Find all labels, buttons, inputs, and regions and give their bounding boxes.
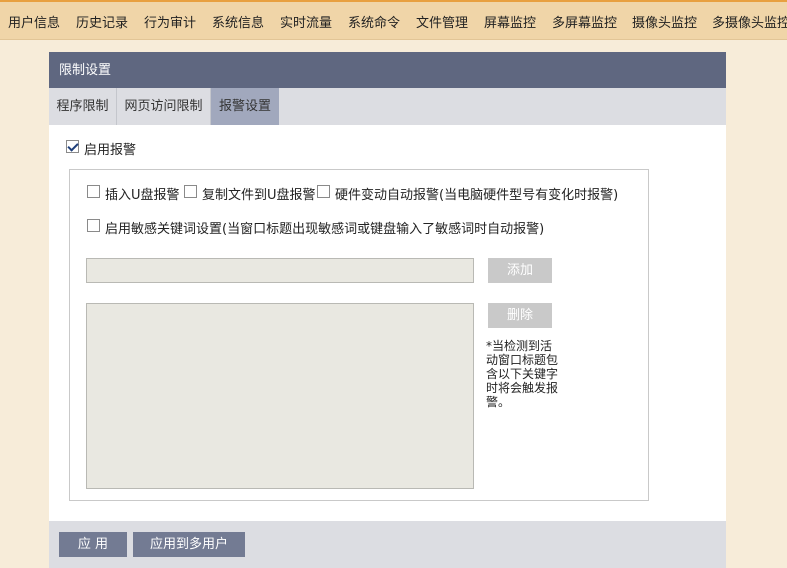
nav-item-history[interactable]: 历史记录 <box>76 12 128 31</box>
keyword-list[interactable] <box>86 303 474 489</box>
copy-to-usb-alarm-label: 复制文件到U盘报警 <box>202 188 316 203</box>
nav-item-multi-screen[interactable]: 多屏幕监控 <box>552 12 617 31</box>
apply-multi-button[interactable]: 应用到多用户 <box>133 532 245 557</box>
enable-alarm-checkbox[interactable] <box>66 140 79 153</box>
panel-footer: 应 用 应用到多用户 <box>49 521 726 568</box>
usb-insert-alarm-checkbox[interactable] <box>87 185 100 198</box>
restriction-settings-panel: 限制设置 程序限制 网页访问限制 报警设置 启用报警 插入U盘报警 复制文件到U… <box>49 52 726 568</box>
nav-item-file-manager[interactable]: 文件管理 <box>416 12 468 31</box>
hardware-change-alarm-checkbox[interactable] <box>317 185 330 198</box>
tab-program-restriction[interactable]: 程序限制 <box>49 88 117 125</box>
nav-item-screen-monitor[interactable]: 屏幕监控 <box>484 12 536 31</box>
hint-line: 含以下关键字 <box>486 367 559 381</box>
hint-line: 动窗口标题包 <box>486 353 559 367</box>
hardware-change-alarm-label: 硬件变动自动报警(当电脑硬件型号有变化时报警) <box>335 188 619 203</box>
usb-insert-alarm-label: 插入U盘报警 <box>105 188 180 203</box>
nav-item-system-info[interactable]: 系统信息 <box>212 12 264 31</box>
tab-web-restriction[interactable]: 网页访问限制 <box>117 88 211 125</box>
nav-item-multi-camera[interactable]: 多摄像头监控 <box>712 12 787 31</box>
hint-line: 时将会触发报 <box>486 381 559 395</box>
enable-alarm-label: 启用报警 <box>84 143 137 158</box>
hint-line: 警。 <box>486 395 511 409</box>
hint-line: *当检测到活 <box>486 339 553 353</box>
apply-button[interactable]: 应 用 <box>59 532 127 557</box>
add-keyword-button[interactable]: 添加 <box>488 258 552 283</box>
top-navigation-bar: 用户信息 历史记录 行为审计 系统信息 实时流量 系统命令 文件管理 屏幕监控 … <box>0 0 787 40</box>
tab-alarm-settings[interactable]: 报警设置 <box>211 88 279 125</box>
tab-bar: 程序限制 网页访问限制 报警设置 <box>49 88 726 125</box>
panel-title: 限制设置 <box>49 52 726 88</box>
keyword-input[interactable] <box>86 258 474 283</box>
nav-item-user-info[interactable]: 用户信息 <box>8 12 60 31</box>
nav-item-realtime-traffic[interactable]: 实时流量 <box>280 12 332 31</box>
nav-item-system-command[interactable]: 系统命令 <box>348 12 400 31</box>
nav-item-camera-monitor[interactable]: 摄像头监控 <box>632 12 697 31</box>
keyword-hint: *当检测到活 动窗口标题包 含以下关键字 时将会触发报 警。 <box>486 339 566 409</box>
delete-keyword-button[interactable]: 删除 <box>488 303 552 328</box>
copy-to-usb-alarm-checkbox[interactable] <box>184 185 197 198</box>
sensitive-keyword-checkbox[interactable] <box>87 219 100 232</box>
nav-item-behavior-audit[interactable]: 行为审计 <box>144 12 196 31</box>
sensitive-keyword-label: 启用敏感关键词设置(当窗口标题出现敏感词或键盘输入了敏感词时自动报警) <box>105 222 545 237</box>
